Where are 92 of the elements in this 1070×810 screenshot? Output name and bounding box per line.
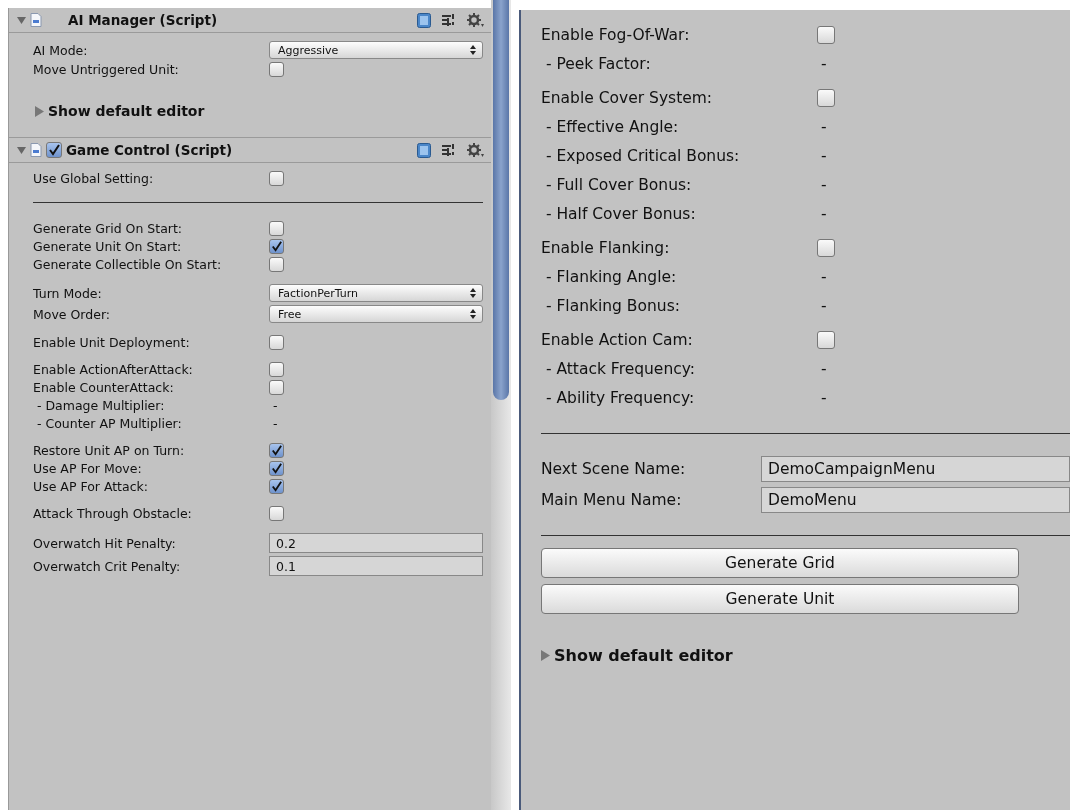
field-label: - Ability Frequency: (544, 389, 696, 407)
generate-button[interactable]: Generate Unit (541, 584, 1019, 614)
field-label: Move Order: (33, 306, 111, 322)
foldout-triangle-icon[interactable] (17, 145, 26, 155)
field-label: Enable Fog-Of-War: (541, 26, 691, 44)
checkbox[interactable] (269, 171, 284, 186)
field-label: - Peek Factor: (544, 55, 652, 73)
field-label: Enable Action Cam: (541, 331, 694, 349)
dropdown[interactable]: Aggressive (269, 41, 483, 59)
checkbox[interactable] (269, 239, 284, 254)
field-label: Move Untriggered Unit: (33, 62, 180, 77)
field-value: - (820, 268, 828, 286)
field-label: Use AP For Attack: (33, 479, 149, 494)
field-label: - Counter AP Multiplier: (35, 416, 183, 431)
checkbox[interactable] (269, 443, 284, 458)
checkbox[interactable] (269, 221, 284, 236)
dropdown-arrows-icon (470, 309, 476, 319)
show-default-editor-toggle[interactable]: Show default editor (554, 646, 733, 665)
field-label: Generate Grid On Start: (33, 221, 184, 236)
show-default-editor-toggle[interactable]: Show default editor (48, 103, 205, 119)
field-label: Enable Cover System: (541, 89, 714, 107)
field-label: Use AP For Move: (33, 461, 143, 476)
checkbox[interactable] (269, 380, 284, 395)
field-value: - (820, 55, 828, 73)
scrollbar[interactable] (491, 0, 511, 810)
field-value: - (820, 205, 828, 223)
field-value: - (820, 297, 828, 315)
checkbox[interactable] (269, 479, 284, 494)
checkbox[interactable] (269, 362, 284, 377)
help-book-icon[interactable] (417, 12, 431, 28)
sliders-icon[interactable] (441, 143, 457, 157)
foldout-triangle-icon[interactable] (17, 15, 26, 25)
field-label: - Half Cover Bonus: (544, 205, 697, 223)
checkbox[interactable] (269, 335, 284, 350)
field-value: - (272, 416, 279, 431)
field-label: Overwatch Hit Penalty: (33, 535, 177, 551)
field-value: - (272, 398, 279, 413)
checkbox[interactable] (269, 461, 284, 476)
gear-icon[interactable] (467, 142, 485, 158)
field-label: Overwatch Crit Penalty: (33, 558, 182, 574)
field-value: - (820, 176, 828, 194)
script-file-icon (30, 143, 42, 157)
field-label: - Full Cover Bonus: (544, 176, 693, 194)
field-label: Generate Collectible On Start: (33, 257, 223, 272)
field-label: Turn Mode: (33, 285, 103, 301)
text-field[interactable]: DemoMenu (761, 487, 1070, 513)
field-label: - Attack Frequency: (544, 360, 697, 378)
text-field[interactable]: 0.2 (269, 533, 483, 553)
checkbox[interactable] (817, 26, 835, 44)
field-label: Restore Unit AP on Turn: (33, 443, 186, 458)
field-label: Use Global Setting: (33, 171, 155, 186)
field-label: Generate Unit On Start: (33, 239, 183, 254)
checkbox[interactable] (46, 142, 62, 158)
collapsed-triangle-icon (35, 105, 44, 117)
checkbox[interactable] (817, 89, 835, 107)
field-value: - (820, 360, 828, 378)
collapsed-triangle-icon (541, 650, 550, 661)
checkbox[interactable] (269, 257, 284, 272)
dropdown-arrows-icon (470, 45, 476, 55)
dropdown-arrows-icon (470, 288, 476, 298)
field-label: - Effective Angle: (544, 118, 680, 136)
field-value: - (820, 118, 828, 136)
field-label: Enable CounterAttack: (33, 380, 175, 395)
field-label: AI Mode: (33, 42, 89, 58)
field-label: Next Scene Name: (541, 460, 687, 478)
checkbox[interactable] (269, 62, 284, 77)
sliders-icon[interactable] (441, 13, 457, 27)
script-file-icon (30, 13, 42, 27)
field-label: - Exposed Critical Bonus: (544, 147, 741, 165)
dropdown[interactable]: FactionPerTurn (269, 284, 483, 302)
field-label: - Damage Multiplier: (35, 398, 166, 413)
gear-icon[interactable] (467, 12, 485, 28)
field-value: - (820, 389, 828, 407)
checkbox[interactable] (817, 331, 835, 349)
field-label: - Flanking Bonus: (544, 297, 681, 315)
field-label: Enable ActionAfterAttack: (33, 362, 194, 377)
field-label: Attack Through Obstacle: (33, 506, 193, 521)
text-field[interactable]: 0.1 (269, 556, 483, 576)
field-label: - Flanking Angle: (544, 268, 678, 286)
field-label: Main Menu Name: (541, 491, 683, 509)
field-label: Enable Flanking: (541, 239, 671, 257)
field-label: Enable Unit Deployment: (33, 335, 191, 350)
component-title: AI Manager (Script) (68, 12, 218, 28)
dropdown[interactable]: Free (269, 305, 483, 323)
text-field[interactable]: DemoCampaignMenu (761, 456, 1070, 482)
checkbox[interactable] (817, 239, 835, 257)
help-book-icon[interactable] (417, 142, 431, 158)
generate-button[interactable]: Generate Grid (541, 548, 1019, 578)
checkbox[interactable] (269, 506, 284, 521)
component-title: Game Control (Script) (66, 142, 233, 158)
scrollbar-thumb[interactable] (493, 0, 509, 400)
field-value: - (820, 147, 828, 165)
